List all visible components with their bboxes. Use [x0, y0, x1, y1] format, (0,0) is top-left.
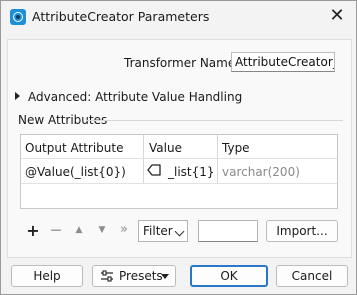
- cell-output-attribute[interactable]: @Value(_list{0}): [25, 165, 126, 179]
- add-row-icon[interactable]: +: [25, 221, 41, 240]
- transformer-name-input[interactable]: AttributeCreator_4: [231, 52, 335, 72]
- presets-label: Presets: [119, 269, 163, 283]
- sliders-icon: [101, 270, 113, 282]
- cell-type[interactable]: varchar(200): [222, 165, 300, 179]
- attributes-table: Output Attribute Value Type @Value(_list…: [20, 134, 338, 209]
- presets-button[interactable]: Presets: [92, 265, 176, 287]
- import-button[interactable]: Import...: [266, 220, 338, 242]
- column-header-type[interactable]: Type: [222, 141, 250, 155]
- window-title: AttributeCreator Parameters: [32, 9, 210, 24]
- expand-arrow-icon[interactable]: [15, 92, 20, 100]
- help-button[interactable]: Help: [11, 265, 83, 287]
- section-divider: [86, 120, 343, 121]
- cell-value[interactable]: _list{1}: [168, 165, 215, 179]
- column-divider: [143, 135, 144, 183]
- filter-dropdown[interactable]: Filter: [138, 220, 188, 242]
- caret-down-icon: [161, 274, 169, 279]
- move-up-icon[interactable]: ▲: [71, 225, 87, 235]
- text-value-icon: [147, 164, 161, 176]
- app-icon: [10, 9, 26, 25]
- close-icon[interactable]: ✕: [324, 4, 350, 28]
- parameters-dialog: AttributeCreator Parameters ✕ Transforme…: [0, 0, 357, 295]
- parameters-panel: Transformer Name: AttributeCreator_4 Adv…: [7, 39, 352, 258]
- cancel-button[interactable]: Cancel: [276, 265, 348, 287]
- filter-label: Filter: [143, 224, 173, 238]
- move-down-icon[interactable]: ▼: [94, 225, 110, 235]
- remove-row-icon[interactable]: —: [48, 223, 64, 236]
- header-divider: [21, 158, 337, 159]
- column-header-output[interactable]: Output Attribute: [25, 141, 123, 155]
- column-header-value[interactable]: Value: [149, 141, 182, 155]
- row-divider: [21, 183, 337, 184]
- column-divider: [217, 135, 218, 183]
- advanced-section-toggle[interactable]: Advanced: Attribute Value Handling: [28, 90, 242, 104]
- chevron-down-icon: [174, 226, 185, 237]
- ok-button[interactable]: OK: [190, 265, 268, 287]
- filter-input[interactable]: [198, 220, 258, 242]
- title-bar: AttributeCreator Parameters ✕: [1, 1, 356, 33]
- transformer-name-label: Transformer Name:: [124, 56, 240, 70]
- more-actions-icon[interactable]: »: [116, 222, 132, 237]
